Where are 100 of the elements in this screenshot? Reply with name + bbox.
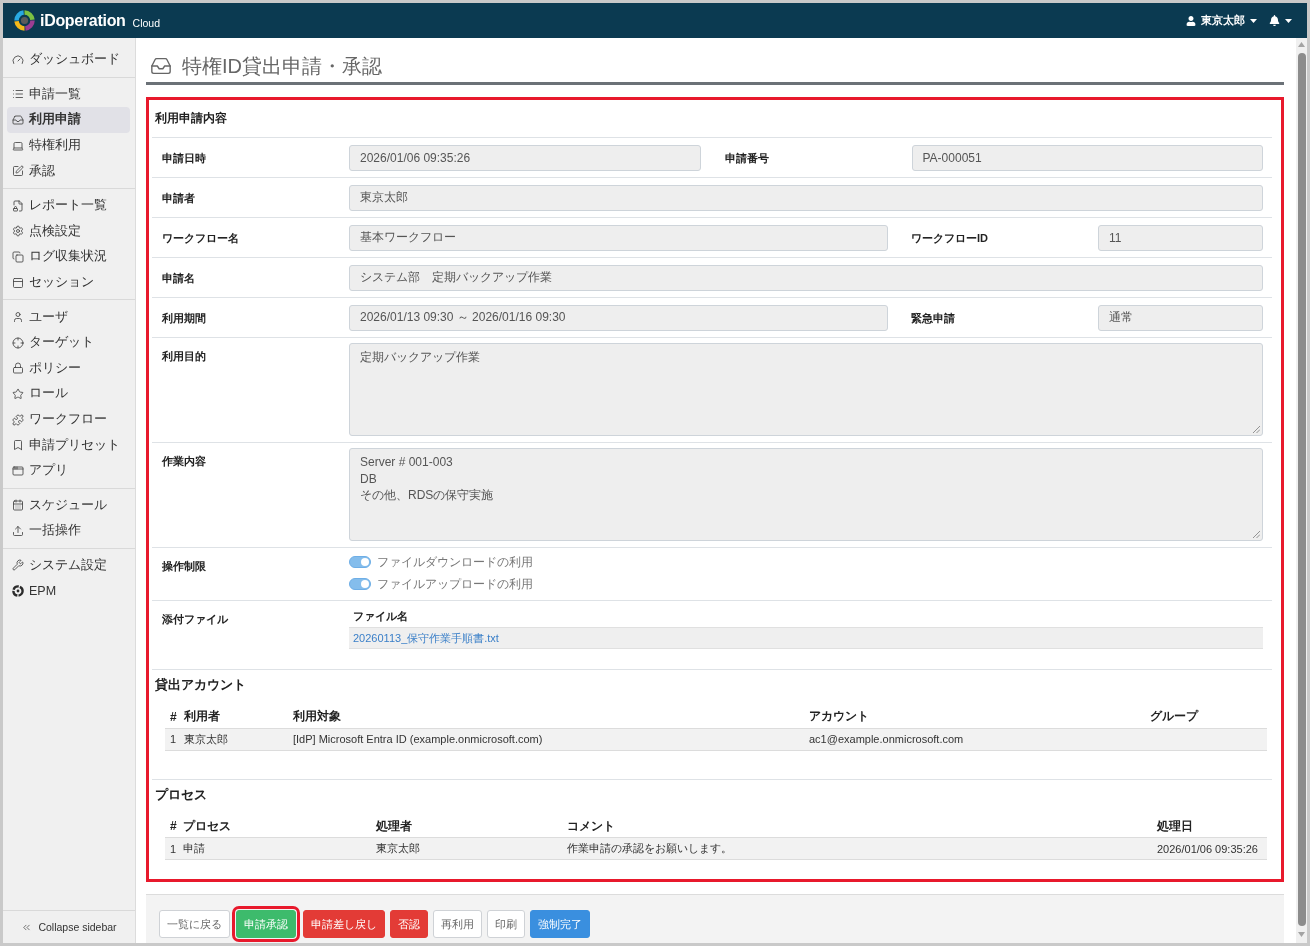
- table-cell: 作業申請の承認をお願いします。: [567, 837, 1157, 860]
- scroll-up-arrow-icon[interactable]: [1298, 42, 1305, 47]
- action-button[interactable]: 申請差し戻し: [303, 910, 385, 938]
- sidebar-item[interactable]: ダッシュボード: [7, 47, 130, 73]
- sidebar-item[interactable]: ターゲット: [7, 329, 130, 356]
- bookmark-icon: [12, 439, 24, 452]
- column-header: 処理者: [376, 815, 567, 838]
- scrollbar[interactable]: [1296, 38, 1307, 943]
- action-button[interactable]: 否認: [390, 910, 428, 938]
- field-label: 操作制限: [162, 559, 206, 574]
- sidebar-item[interactable]: 申請プリセット: [7, 432, 130, 458]
- copy-icon: [12, 250, 24, 263]
- document-icon: [12, 199, 24, 212]
- user-icon: [1186, 15, 1196, 26]
- column-header: #: [165, 706, 184, 728]
- sidebar-item[interactable]: 承認: [7, 158, 130, 184]
- toggle-label: ファイルダウンロードの利用: [377, 553, 533, 571]
- sidebar-item[interactable]: ワークフロー: [7, 406, 130, 433]
- field-label: ワークフロー名: [162, 230, 239, 246]
- window-icon: [12, 464, 24, 477]
- field-label: 利用目的: [162, 349, 206, 364]
- readonly-field[interactable]: PA-000051: [911, 144, 1263, 171]
- column-header: コメント: [567, 815, 1157, 838]
- table-cell: 2026/01/06 09:35:26: [1157, 837, 1267, 860]
- column-header: ファイル名: [352, 609, 409, 624]
- sidebar-item[interactable]: 一括操作: [7, 518, 130, 544]
- logo-text: iDoperation: [40, 11, 126, 30]
- sidebar-item[interactable]: ユーザ: [7, 304, 130, 330]
- toggle-switch[interactable]: [349, 578, 371, 590]
- sidebar-item[interactable]: EPM: [7, 578, 130, 604]
- toggle-label: ファイルアップロードの利用: [377, 575, 533, 593]
- user-menu[interactable]: 東京太郎: [1186, 11, 1257, 30]
- readonly-field[interactable]: 11: [1098, 224, 1263, 251]
- sidebar-item[interactable]: 点検設定: [7, 218, 130, 245]
- readonly-field[interactable]: 2026/01/06 09:35:26: [349, 144, 701, 171]
- column-header: プロセス: [183, 815, 376, 838]
- table-cell: ac1@example.onmicrosoft.com: [809, 728, 1150, 750]
- sidebar-item[interactable]: ログ収集状況: [7, 244, 130, 270]
- action-button[interactable]: 印刷: [487, 910, 525, 938]
- star-icon: [12, 387, 24, 400]
- field-label: 申請番号: [724, 150, 769, 166]
- text-area[interactable]: 定期バックアップ作業: [349, 343, 1263, 436]
- table-cell: 1: [165, 728, 184, 750]
- notifications-button[interactable]: [1269, 13, 1292, 28]
- ring-icon: [12, 585, 24, 598]
- resize-grip-icon[interactable]: [1253, 531, 1260, 538]
- field-label: 添付ファイル: [162, 612, 228, 627]
- file-link[interactable]: 20260113_保守作業手順書.txt: [353, 630, 499, 646]
- list-icon: [12, 88, 24, 101]
- inbox-icon: [12, 114, 24, 126]
- table-cell: 東京太郎: [184, 728, 293, 750]
- readonly-field[interactable]: 2026/01/13 09:30 ～ 2026/01/16 09:30: [349, 304, 888, 331]
- scrollbar-thumb[interactable]: [1297, 53, 1306, 926]
- action-button[interactable]: 再利用: [433, 910, 482, 938]
- readonly-field[interactable]: システム部 定期バックアップ作業: [349, 264, 1263, 291]
- column-header: 処理日: [1157, 815, 1267, 838]
- sidebar-item[interactable]: 利用申請: [7, 107, 130, 133]
- settings-icon: [12, 225, 24, 238]
- field-label: ワークフローID: [911, 230, 988, 246]
- caret-icon: [1285, 18, 1292, 23]
- sidebar-item[interactable]: 特権利用: [7, 132, 130, 159]
- readonly-field[interactable]: 東京太郎: [349, 184, 1263, 211]
- field-label: 申請者: [162, 190, 195, 206]
- sidebar-item[interactable]: アプリ: [7, 457, 130, 484]
- upload-icon: [12, 524, 24, 537]
- panel-icon: [12, 276, 24, 289]
- sidebar-item[interactable]: スケジュール: [7, 492, 130, 519]
- sidebar-item[interactable]: 申請一覧: [7, 81, 130, 108]
- column-header: 利用者: [184, 706, 293, 728]
- toggle-switch[interactable]: [349, 556, 371, 568]
- column-header: 利用対象: [293, 706, 809, 728]
- field-label: 申請名: [162, 270, 195, 286]
- action-button[interactable]: 一覧に戻る: [159, 910, 230, 938]
- section-title: 利用申請内容: [154, 110, 228, 127]
- scroll-down-arrow-icon[interactable]: [1298, 932, 1305, 937]
- column-header: #: [165, 815, 183, 838]
- caret-icon: [1250, 18, 1257, 23]
- sidebar-item[interactable]: ロール: [7, 381, 130, 407]
- readonly-field[interactable]: 基本ワークフロー: [349, 224, 888, 251]
- sidebar-item[interactable]: ポリシー: [7, 355, 130, 382]
- sidebar-item[interactable]: レポート一覧: [7, 192, 130, 219]
- table-cell: 申請: [183, 837, 376, 860]
- bell-icon: [1269, 15, 1280, 26]
- field-label: 申請日時: [162, 150, 206, 166]
- page-title: 特権ID貸出申請・承認: [182, 54, 382, 79]
- sidebar-item[interactable]: セッション: [7, 269, 130, 296]
- collapse-sidebar-button[interactable]: Collapse sidebar: [3, 910, 135, 943]
- column-header: グループ: [1150, 706, 1267, 728]
- logo-icon: [14, 10, 35, 31]
- section-title: 貸出アカウント: [154, 676, 247, 694]
- field-label: 緊急申請: [911, 310, 955, 326]
- text-area[interactable]: Server # 001-003 DB その他、RDSの保守実施: [349, 448, 1263, 541]
- sidebar-item[interactable]: システム設定: [7, 552, 130, 579]
- field-label: 作業内容: [162, 454, 206, 469]
- logo-suffix: Cloud: [132, 16, 161, 29]
- puzzle-icon: [12, 413, 24, 426]
- resize-grip-icon[interactable]: [1253, 426, 1260, 433]
- laptop-icon: [12, 139, 24, 152]
- gauge-icon: [12, 53, 24, 66]
- readonly-field[interactable]: 通常: [1098, 304, 1263, 331]
